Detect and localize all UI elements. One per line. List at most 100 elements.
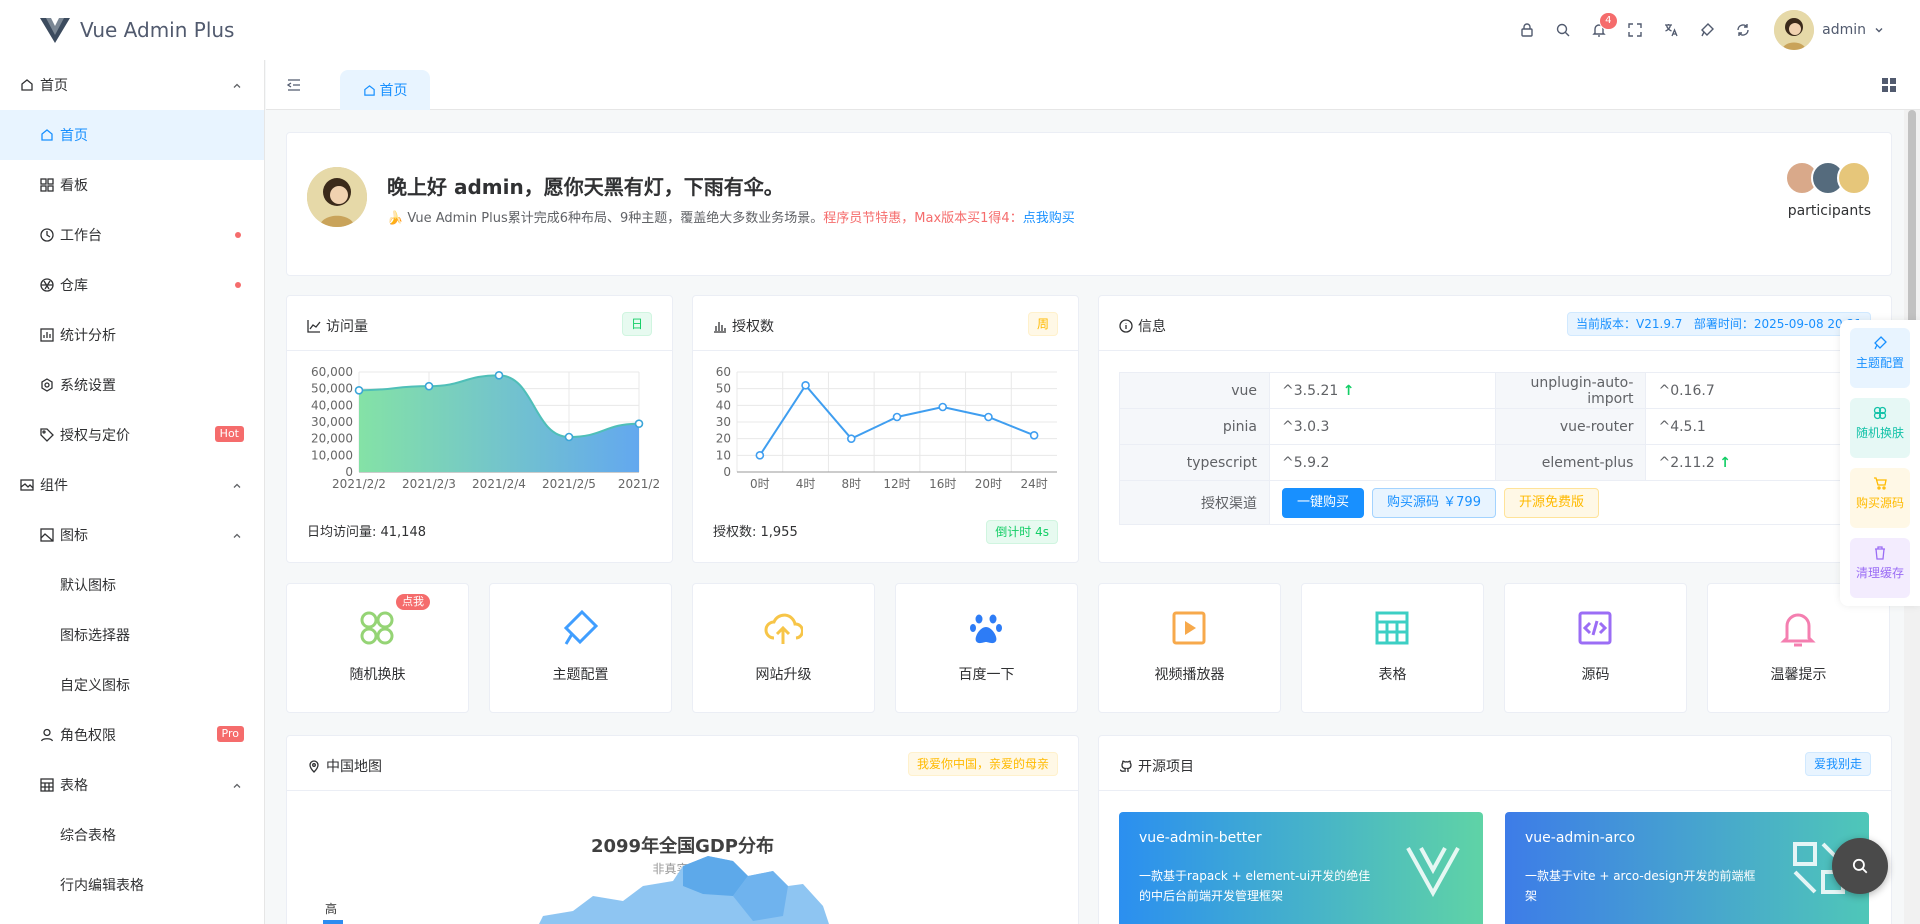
x-tick-label: 2021/2/4 [472, 477, 526, 491]
data-point[interactable] [424, 381, 434, 391]
quick-action-brush[interactable]: 主题配置 [1850, 328, 1910, 388]
data-point[interactable] [755, 451, 765, 460]
data-point[interactable] [938, 402, 948, 412]
home-icon [363, 84, 375, 96]
clover-icon [1873, 406, 1887, 420]
search-icon[interactable] [1554, 21, 1572, 39]
participant-avatar[interactable] [1837, 161, 1871, 195]
quick-action-trash[interactable]: 清理缓存 [1850, 538, 1910, 598]
quick-action-cart[interactable]: 购买源码 [1850, 468, 1910, 528]
quick-action-label: 购买源码 [1855, 496, 1904, 510]
dependency-version-cell: ^5.9.2 [1268, 444, 1497, 481]
shortcut-baidu-paw[interactable]: 百度一下 [895, 583, 1078, 713]
map-title-text: 中国地图 [326, 759, 382, 775]
sidebar-item[interactable]: 图标 [0, 510, 264, 560]
project-card-vue-admin-better[interactable]: vue-admin-better 一款基于rapack + element-ui… [1119, 812, 1483, 924]
dependency-version-cell: ^2.11.2 ↑ [1645, 444, 1873, 481]
sidebar-item[interactable]: 行内编辑表格 [0, 860, 264, 910]
data-point[interactable] [1029, 431, 1039, 440]
sidebar-item-label: 表格 [60, 778, 88, 794]
sidebar-item-icon-wrap [20, 478, 34, 492]
one-click-buy-button[interactable]: 一键购买 [1282, 487, 1365, 518]
search-fab[interactable] [1832, 838, 1888, 894]
sidebar-item[interactable]: 自定义图标 [0, 660, 264, 710]
fullscreen-icon[interactable] [1626, 21, 1644, 39]
x-tick-label: 24时 [1021, 477, 1048, 491]
dependency-version: ^4.5.1 [1658, 418, 1706, 435]
shortcut-table[interactable]: 表格 [1301, 583, 1484, 713]
user-menu[interactable]: admin [1774, 10, 1884, 50]
map-chart-title: 2099年全国GDP分布 [590, 836, 774, 857]
shortcut-clover[interactable]: 随机换肤 点我 [286, 583, 469, 713]
component-icon [20, 479, 34, 491]
sidebar-item-label: 首页 [60, 128, 88, 144]
sidebar-item[interactable]: 表格 [0, 760, 264, 810]
sidebar-item[interactable]: 看板 [0, 160, 264, 210]
sidebar-item-icon-wrap [40, 228, 54, 242]
sidebar-item[interactable]: 首页 [0, 60, 264, 110]
data-point[interactable] [354, 386, 364, 395]
tabs-bar: 首页 [266, 60, 1920, 110]
sidebar-item[interactable]: 仓库 [0, 260, 264, 310]
sidebar-item-label: 看板 [60, 178, 88, 194]
auth-title: 授权数 [713, 316, 774, 336]
app-title: Vue Admin Plus [80, 18, 235, 42]
theme-brush-icon[interactable] [1698, 21, 1716, 39]
shortcut-video-play[interactable]: 视频播放器 [1098, 583, 1281, 713]
map-legend-bar[interactable] [323, 920, 343, 924]
shortcut-label: 源码 [1581, 667, 1610, 683]
shortcut-code[interactable]: 源码 [1504, 583, 1687, 713]
sidebar-item[interactable]: 组件 [0, 460, 264, 510]
dependency-name: typescript [1119, 444, 1270, 481]
tab-home[interactable]: 首页 [340, 70, 430, 110]
brush-icon [1874, 336, 1887, 350]
visits-card: 访问量 日 0 10,000 20,000 30,000 40,000 50,000 60,… [286, 295, 673, 563]
series-area[interactable] [359, 375, 639, 472]
quick-action-clover[interactable]: 随机换肤 [1850, 398, 1910, 458]
china-map-shape[interactable] [533, 856, 833, 924]
sidebar-item[interactable]: 首页 [0, 110, 264, 160]
shortcut-brush[interactable]: 主题配置 [489, 583, 672, 713]
sidebar-item-label: 默认图标 [60, 578, 116, 594]
sidebar-item[interactable]: 工作台 [0, 210, 264, 260]
table-row: typescript ^5.9.2 element-plus ^2.11.2 ↑ [1119, 444, 1873, 481]
sidebar-item[interactable]: 授权与定价 Hot [0, 410, 264, 460]
data-point[interactable] [801, 381, 810, 390]
open-source-free-button[interactable]: 开源免费版 [1503, 487, 1599, 518]
sidebar-item[interactable]: 统计分析 [0, 310, 264, 360]
clock-icon [40, 228, 54, 242]
sidebar-item[interactable]: 系统设置 [0, 360, 264, 410]
sidebar-item-icon-wrap [40, 728, 54, 742]
settings-icon [41, 378, 53, 392]
buy-link[interactable]: 点我购买 [1023, 211, 1075, 226]
sidebar-item[interactable]: 默认图标 [0, 560, 264, 610]
lock-icon[interactable] [1518, 21, 1536, 39]
project-card-vue-admin-arco[interactable]: vue-admin-arco 一款基于vite + arco-design开发的… [1505, 812, 1869, 924]
data-point[interactable] [892, 412, 902, 422]
data-point[interactable] [564, 432, 574, 442]
sidebar-item-icon-wrap [40, 278, 54, 292]
data-point[interactable] [984, 412, 993, 422]
dependency-version-cell: ^4.5.1 [1645, 408, 1873, 445]
x-tick-label: 2021/2/2 [332, 477, 386, 491]
y-tick-label: 40,000 [311, 398, 353, 412]
sidebar-item[interactable]: 角色权限 Pro [0, 710, 264, 760]
notification-bell-icon[interactable]: 4 [1590, 12, 1618, 39]
data-point[interactable] [634, 419, 644, 428]
buy-source-button[interactable]: 购买源码 ￥799 [1372, 487, 1496, 518]
refresh-icon[interactable] [1734, 21, 1752, 39]
data-point[interactable] [494, 371, 504, 380]
grid-menu-icon[interactable] [1882, 78, 1896, 92]
dependency-table: vue ^3.5.21 ↑ unplugin-auto-import ^0.16.7 p… [1119, 372, 1873, 525]
y-tick-label: 30,000 [311, 415, 353, 429]
fold-menu-icon[interactable] [286, 77, 302, 93]
sidebar-item[interactable]: 图标选择器 [0, 610, 264, 660]
search-icon [1852, 858, 1868, 874]
chevron-up-icon [232, 529, 242, 539]
translate-icon[interactable] [1662, 21, 1680, 39]
shortcut-cloud-upload[interactable]: 网站升级 [692, 583, 875, 713]
data-point[interactable] [846, 434, 856, 443]
hot-badge: 点我 [396, 594, 430, 610]
logo[interactable]: Vue Admin Plus [0, 16, 265, 44]
sidebar-item[interactable]: 综合表格 [0, 810, 264, 860]
